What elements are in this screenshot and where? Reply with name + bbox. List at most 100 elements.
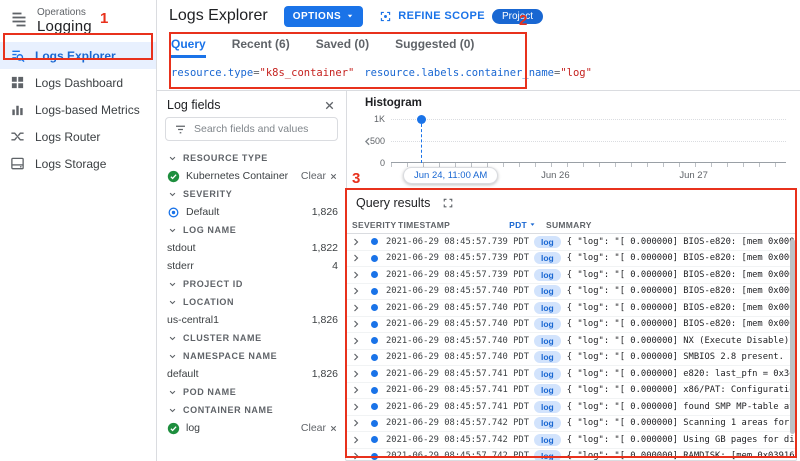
field-section-namespace-name[interactable]: NAMESPACE NAME <box>157 347 346 365</box>
field-section-location[interactable]: LOCATION <box>157 293 346 311</box>
field-item-default[interactable]: Default1,826 <box>157 203 346 221</box>
options-button[interactable]: OPTIONS <box>284 6 364 27</box>
sidebar-item-logs-based-metrics[interactable]: Logs-based Metrics <box>0 96 156 123</box>
log-name-pill[interactable]: log <box>534 318 561 330</box>
sidebar-header: Operations Logging <box>0 0 156 42</box>
severity-cell <box>362 271 386 278</box>
log-entry-row[interactable]: 2021-06-29 08:45:57.739 PDTlog{ "log": "… <box>346 234 796 251</box>
severity-dot-icon <box>371 420 378 427</box>
field-section-severity[interactable]: SEVERITY <box>157 185 346 203</box>
log-entry-row[interactable]: 2021-06-29 08:45:57.742 PDTlog{ "log": "… <box>346 432 796 449</box>
column-timestamp: TIMESTAMP PDT <box>398 220 546 230</box>
log-entry-row[interactable]: 2021-06-29 08:45:57.741 PDTlog{ "log": "… <box>346 383 796 400</box>
expand-row-icon[interactable] <box>350 302 362 314</box>
sidebar: Operations Logging Logs ExplorerLogs Das… <box>0 0 157 461</box>
sidebar-item-logs-explorer[interactable]: Logs Explorer <box>0 42 156 69</box>
log-timestamp: 2021-06-29 08:45:57.739 PDT <box>386 270 534 280</box>
log-entry-row[interactable]: 2021-06-29 08:45:57.742 PDTlog{ "log": "… <box>346 416 796 433</box>
chevron-down-icon <box>167 279 178 290</box>
expand-results-icon[interactable] <box>442 197 454 209</box>
log-name-pill[interactable]: log <box>534 434 561 446</box>
log-entry-row[interactable]: 2021-06-29 08:45:57.740 PDTlog{ "log": "… <box>346 333 796 350</box>
log-timestamp: 2021-06-29 08:45:57.741 PDT <box>386 402 534 412</box>
query-editor[interactable]: resource.type="k8s_container"resource.la… <box>157 58 800 91</box>
page-title: Logs Explorer <box>169 7 268 25</box>
field-section-pod-name[interactable]: POD NAME <box>157 383 346 401</box>
time-range-start-label[interactable]: Jun 24, 11:00 AM <box>403 167 498 184</box>
clear-filter-button[interactable]: Clear <box>301 422 338 434</box>
log-entry-row[interactable]: 2021-06-29 08:45:57.740 PDTlog{ "log": "… <box>346 350 796 367</box>
chevron-down-icon <box>167 387 178 398</box>
field-section-resource-type[interactable]: RESOURCE TYPE <box>157 149 346 167</box>
expand-row-icon[interactable] <box>350 384 362 396</box>
expand-row-icon[interactable] <box>350 335 362 347</box>
sidebar-item-logs-storage[interactable]: Logs Storage <box>0 150 156 177</box>
field-item-stdout[interactable]: stdout1,822 <box>157 239 346 257</box>
tab-suggested-0[interactable]: Suggested (0) <box>395 32 474 58</box>
chevron-down-icon <box>167 351 178 362</box>
log-entry-row[interactable]: 2021-06-29 08:45:57.740 PDTlog{ "log": "… <box>346 284 796 301</box>
log-name-pill[interactable]: log <box>534 236 561 248</box>
field-item-default[interactable]: default1,826 <box>157 365 346 383</box>
log-entry-row[interactable]: 2021-06-29 08:45:57.740 PDTlog{ "log": "… <box>346 317 796 334</box>
expand-row-icon[interactable] <box>350 318 362 330</box>
scope-badge[interactable]: Project <box>492 9 543 24</box>
severity-dot-icon <box>371 453 378 460</box>
field-section-cluster-name[interactable]: CLUSTER NAME <box>157 329 346 347</box>
field-item-us-central1[interactable]: us-central11,826 <box>157 311 346 329</box>
expand-row-icon[interactable] <box>350 236 362 248</box>
log-entry-row[interactable]: 2021-06-29 08:45:57.741 PDTlog{ "log": "… <box>346 399 796 416</box>
timezone-selector[interactable]: PDT <box>509 220 536 230</box>
log-entry-row[interactable]: 2021-06-29 08:45:57.741 PDTlog{ "log": "… <box>346 366 796 383</box>
field-section-container-name[interactable]: CONTAINER NAME <box>157 401 346 419</box>
log-name-pill[interactable]: log <box>534 285 561 297</box>
product-name: Operations <box>37 7 92 18</box>
sidebar-title: Logging <box>37 18 92 35</box>
expand-row-icon[interactable] <box>350 351 362 363</box>
expand-row-icon[interactable] <box>350 368 362 380</box>
expand-row-icon[interactable] <box>350 252 362 264</box>
fields-search-box <box>165 117 338 141</box>
field-item-stderr[interactable]: stderr4 <box>157 257 346 275</box>
expand-row-icon[interactable] <box>350 450 362 460</box>
expand-row-icon[interactable] <box>350 434 362 446</box>
expand-row-icon[interactable] <box>350 401 362 413</box>
log-name-pill[interactable]: log <box>534 302 561 314</box>
log-entry-row[interactable]: 2021-06-29 08:45:57.739 PDTlog{ "log": "… <box>346 267 796 284</box>
expand-row-icon[interactable] <box>350 285 362 297</box>
close-icon[interactable] <box>323 99 336 112</box>
tab-saved-0[interactable]: Saved (0) <box>316 32 369 58</box>
field-section-project-id[interactable]: PROJECT ID <box>157 275 346 293</box>
log-entry-row[interactable]: 2021-06-29 08:45:57.742 PDTlog{ "log": "… <box>346 449 796 461</box>
results-scrollbar[interactable] <box>790 239 795 434</box>
log-name-pill[interactable]: log <box>534 450 561 460</box>
tab-query[interactable]: Query <box>171 32 206 58</box>
log-name-pill[interactable]: log <box>534 384 561 396</box>
expand-row-icon[interactable] <box>350 417 362 429</box>
sidebar-item-logs-router[interactable]: Logs Router <box>0 123 156 150</box>
field-item-kubernetes-container[interactable]: Kubernetes ContainerClear <box>157 167 346 185</box>
log-entry-row[interactable]: 2021-06-29 08:45:57.740 PDTlog{ "log": "… <box>346 300 796 317</box>
log-name-pill[interactable]: log <box>534 252 561 264</box>
search-fields-input[interactable] <box>194 123 329 135</box>
histogram-chart[interactable]: 1K 500 0 Jun 26 Jun 27 Jun 24, 11:00 AM <box>391 119 786 163</box>
range-start-handle[interactable] <box>417 115 426 124</box>
field-item-log[interactable]: logClear <box>157 419 346 437</box>
log-name-pill[interactable]: log <box>534 335 561 347</box>
log-name-pill[interactable]: log <box>534 401 561 413</box>
expand-row-icon[interactable] <box>350 269 362 281</box>
sidebar-item-logs-dashboard[interactable]: Logs Dashboard <box>0 69 156 96</box>
severity-dot-icon <box>371 288 378 295</box>
log-summary: { "log": "[ 0.000000] NX (Execute Disabl… <box>567 336 796 346</box>
log-name-pill[interactable]: log <box>534 368 561 380</box>
page-header: Logs Explorer OPTIONS REFINE SCOPE Proje… <box>157 0 800 32</box>
gridline <box>391 141 786 142</box>
log-name-pill[interactable]: log <box>534 269 561 281</box>
log-entry-row[interactable]: 2021-06-29 08:45:57.739 PDTlog{ "log": "… <box>346 251 796 268</box>
log-name-pill[interactable]: log <box>534 351 561 363</box>
clear-filter-button[interactable]: Clear <box>301 170 338 182</box>
log-name-pill[interactable]: log <box>534 417 561 429</box>
refine-scope-button[interactable]: REFINE SCOPE <box>379 10 485 23</box>
field-section-log-name[interactable]: LOG NAME <box>157 221 346 239</box>
tab-recent-6[interactable]: Recent (6) <box>232 32 290 58</box>
